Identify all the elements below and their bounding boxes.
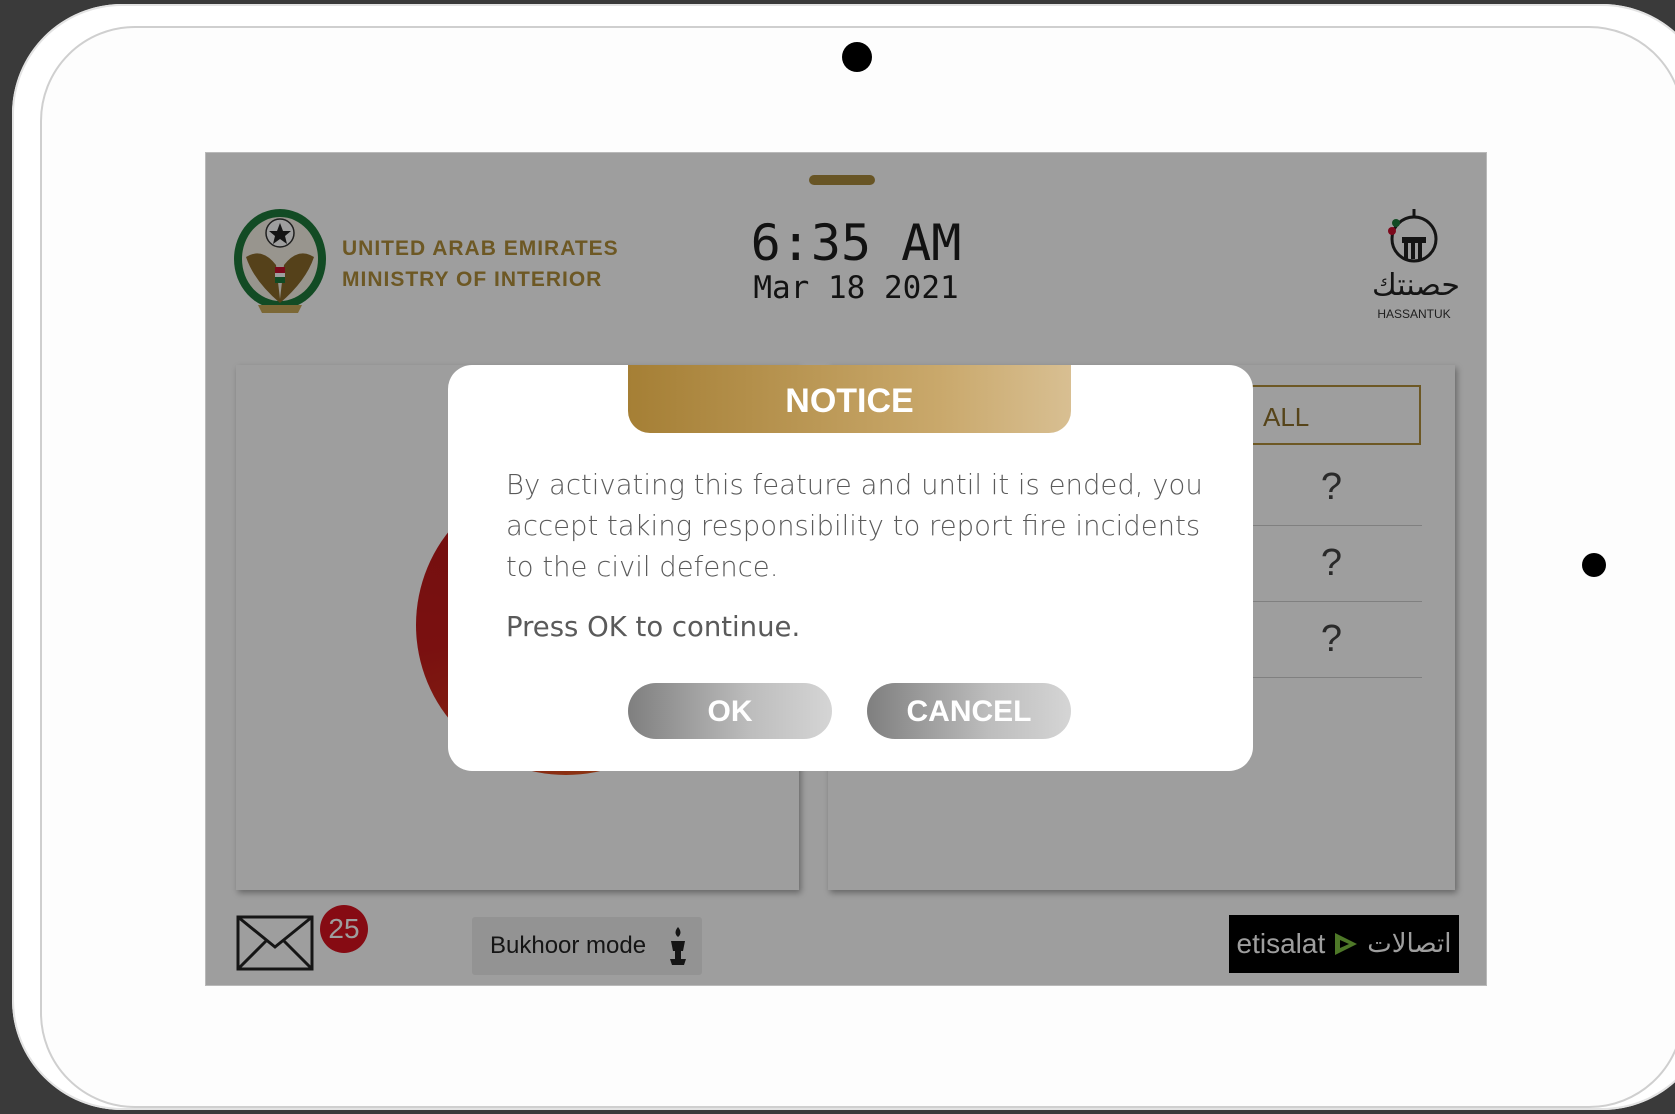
cancel-button[interactable]: CANCEL [867, 683, 1071, 739]
dialog-message: By activating this feature and until it … [506, 469, 1203, 583]
notice-dialog: NOTICE By activating this feature and un… [448, 365, 1253, 771]
screen: UNITED ARAB EMIRATES MINISTRY OF INTERIO… [205, 152, 1487, 986]
camera-icon [842, 42, 872, 72]
ok-button[interactable]: OK [628, 683, 832, 739]
dialog-hint: Press OK to continue. [506, 611, 801, 643]
sensor-icon [1582, 553, 1606, 577]
dialog-title: NOTICE [628, 365, 1071, 433]
